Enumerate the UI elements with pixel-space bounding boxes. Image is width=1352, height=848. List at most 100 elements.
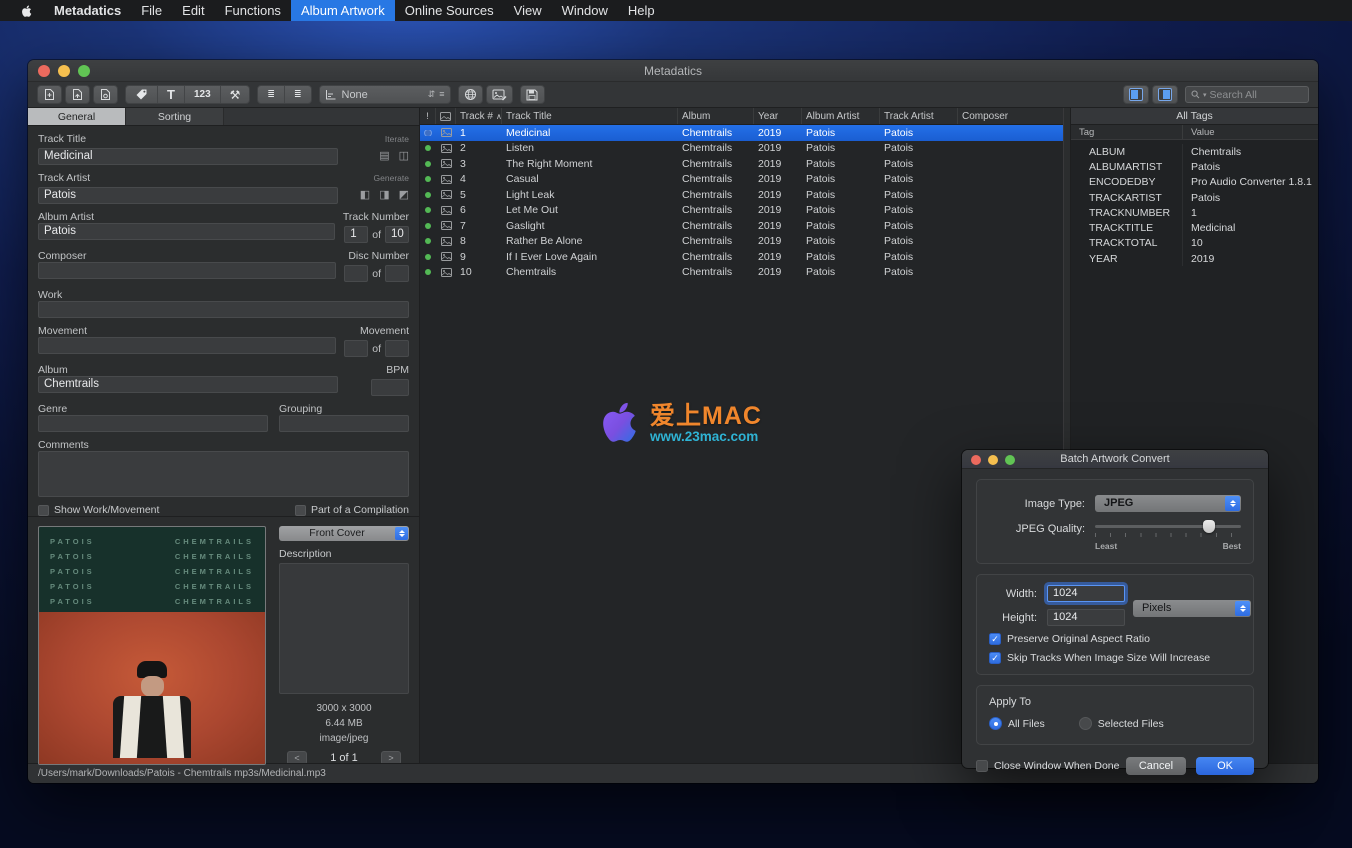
minimize-button[interactable]	[58, 65, 70, 77]
column-album-artist[interactable]: Album Artist	[802, 108, 880, 124]
reveal-file-button[interactable]	[93, 85, 118, 104]
close-when-done-checkbox[interactable]: ✓ Close Window When Done	[976, 760, 1119, 772]
menu-item-help[interactable]: Help	[618, 0, 665, 21]
dialog-titlebar[interactable]: Batch Artwork Convert	[962, 450, 1268, 469]
artwork-type-popup[interactable]: Front Cover	[279, 526, 409, 541]
tag-row[interactable]: ALBUMChemtrails	[1071, 144, 1318, 159]
search-input[interactable]	[1210, 89, 1303, 101]
tag-row[interactable]: ENCODEDBYPro Audio Converter 1.8.1	[1071, 175, 1318, 190]
cancel-button[interactable]: Cancel	[1126, 757, 1186, 775]
preserve-aspect-checkbox[interactable]: ✓ Preserve Original Aspect Ratio	[989, 633, 1241, 645]
tag-row[interactable]: TRACKNUMBER1	[1071, 205, 1318, 220]
actions-tool-button[interactable]: ⚒	[221, 86, 250, 103]
tag-row[interactable]: YEAR2019	[1071, 251, 1318, 266]
table-row[interactable]: 7GaslightChemtrails2019PatoisPatois	[420, 218, 1063, 234]
save-button[interactable]	[520, 85, 545, 104]
album-cover-image[interactable]: PATOISCHEMTRAILSPATOISCHEMTRAILSPATOISCH…	[38, 526, 266, 765]
disc-total-field[interactable]	[385, 265, 409, 282]
movement-total-field[interactable]	[385, 340, 409, 357]
table-row[interactable]: 5Light LeakChemtrails2019PatoisPatois	[420, 187, 1063, 203]
album-artist-field[interactable]: Patois	[38, 223, 335, 240]
column-track-number[interactable]: Track #∧	[456, 108, 502, 124]
grouping-field[interactable]	[279, 415, 409, 432]
bpm-field[interactable]	[371, 379, 409, 396]
comments-field[interactable]	[38, 451, 409, 497]
value-column-header[interactable]: Value	[1183, 125, 1318, 139]
toggle-left-panel-button[interactable]	[1123, 85, 1149, 104]
dialog-minimize-button[interactable]	[988, 455, 998, 465]
open-folder-button[interactable]	[65, 85, 90, 104]
field-action-icon[interactable]: ◩	[399, 187, 409, 204]
zoom-button[interactable]	[78, 65, 90, 77]
field-clear-icon[interactable]: ◫	[399, 148, 409, 165]
compilation-checkbox[interactable]: ✓ Part of a Compilation	[295, 504, 409, 516]
column-album[interactable]: Album	[678, 108, 754, 124]
table-row[interactable]: 8Rather Be AloneChemtrails2019PatoisPato…	[420, 234, 1063, 250]
ok-button[interactable]: OK	[1196, 757, 1254, 775]
field-save-icon[interactable]: ▤	[379, 148, 389, 165]
column-composer[interactable]: Composer	[958, 108, 1063, 124]
column-track-artist[interactable]: Track Artist	[880, 108, 958, 124]
table-row[interactable]: 10ChemtrailsChemtrails2019PatoisPatois	[420, 265, 1063, 281]
movement-number-field[interactable]	[344, 340, 368, 357]
online-sources-button[interactable]	[458, 85, 483, 104]
menu-item-edit[interactable]: Edit	[172, 0, 214, 21]
text-tool-button[interactable]: T	[158, 86, 185, 103]
window-titlebar[interactable]: Metadatics	[28, 60, 1318, 82]
dialog-close-button[interactable]	[971, 455, 981, 465]
image-type-popup[interactable]: JPEG	[1095, 495, 1241, 512]
selected-files-radio[interactable]: Selected Files	[1079, 717, 1164, 730]
column-artwork[interactable]	[436, 108, 456, 124]
format-preset-control[interactable]: None ⇵ ≡	[319, 85, 451, 104]
jpeg-quality-slider[interactable]: Least Best	[1095, 519, 1241, 551]
column-track-title[interactable]: Track Title	[502, 108, 678, 124]
menu-item-view[interactable]: View	[504, 0, 552, 21]
menu-item-online-sources[interactable]: Online Sources	[395, 0, 504, 21]
height-input[interactable]: 1024	[1047, 609, 1125, 626]
all-files-radio[interactable]: All Files	[989, 717, 1045, 730]
table-row[interactable]: 1MedicinalChemtrails2019PatoisPatois	[420, 125, 1063, 141]
table-row[interactable]: 3The Right MomentChemtrails2019PatoisPat…	[420, 156, 1063, 172]
menu-item-functions[interactable]: Functions	[215, 0, 291, 21]
table-row[interactable]: 4CasualChemtrails2019PatoisPatois	[420, 172, 1063, 188]
tag-row[interactable]: TRACKARTISTPatois	[1071, 190, 1318, 205]
tab-sorting[interactable]: Sorting	[126, 108, 224, 125]
rename-from-tags-button[interactable]: ≣	[258, 86, 285, 103]
menu-item-metadatics[interactable]: Metadatics	[44, 0, 131, 21]
dialog-zoom-button[interactable]	[1005, 455, 1015, 465]
menu-item-window[interactable]: Window	[552, 0, 618, 21]
menu-item-album-artwork[interactable]: Album Artwork	[291, 0, 395, 21]
work-field[interactable]	[38, 301, 409, 318]
tag-row[interactable]: TRACKTOTAL10	[1071, 236, 1318, 251]
skip-tracks-checkbox[interactable]: ✓ Skip Tracks When Image Size Will Incre…	[989, 652, 1241, 664]
open-file-button[interactable]	[37, 85, 62, 104]
tag-row[interactable]: ALBUMARTISTPatois	[1071, 159, 1318, 174]
tag-column-header[interactable]: Tag	[1071, 125, 1183, 139]
tab-general[interactable]: General	[28, 108, 126, 125]
tag-tool-button[interactable]	[126, 86, 158, 103]
table-row[interactable]: 2ListenChemtrails2019PatoisPatois	[420, 141, 1063, 157]
album-artwork-button[interactable]	[486, 85, 513, 104]
track-artist-field[interactable]: Patois	[38, 187, 338, 204]
field-action-icon[interactable]: ◨	[379, 187, 389, 204]
search-field[interactable]: ▾	[1185, 86, 1309, 103]
toggle-right-panel-button[interactable]	[1152, 85, 1178, 104]
slider-thumb[interactable]	[1203, 520, 1215, 533]
genre-field[interactable]	[38, 415, 268, 432]
tags-from-name-button[interactable]: ≣	[285, 86, 311, 103]
column-year[interactable]: Year	[754, 108, 802, 124]
number-tool-button[interactable]: 123	[185, 86, 221, 103]
width-input[interactable]: 1024	[1047, 585, 1125, 602]
menu-item-file[interactable]: File	[131, 0, 172, 21]
apple-menu[interactable]	[10, 0, 44, 21]
movement-field[interactable]	[38, 337, 336, 354]
table-row[interactable]: 6Let Me OutChemtrails2019PatoisPatois	[420, 203, 1063, 219]
track-number-field[interactable]: 1	[344, 226, 368, 243]
album-field[interactable]: Chemtrails	[38, 376, 338, 393]
close-button[interactable]	[38, 65, 50, 77]
table-row[interactable]: 9If I Ever Love AgainChemtrails2019Patoi…	[420, 249, 1063, 265]
track-total-field[interactable]: 10	[385, 226, 409, 243]
show-work-checkbox[interactable]: ✓ Show Work/Movement	[38, 504, 159, 516]
units-popup[interactable]: Pixels	[1133, 600, 1251, 617]
description-field[interactable]	[279, 563, 409, 694]
